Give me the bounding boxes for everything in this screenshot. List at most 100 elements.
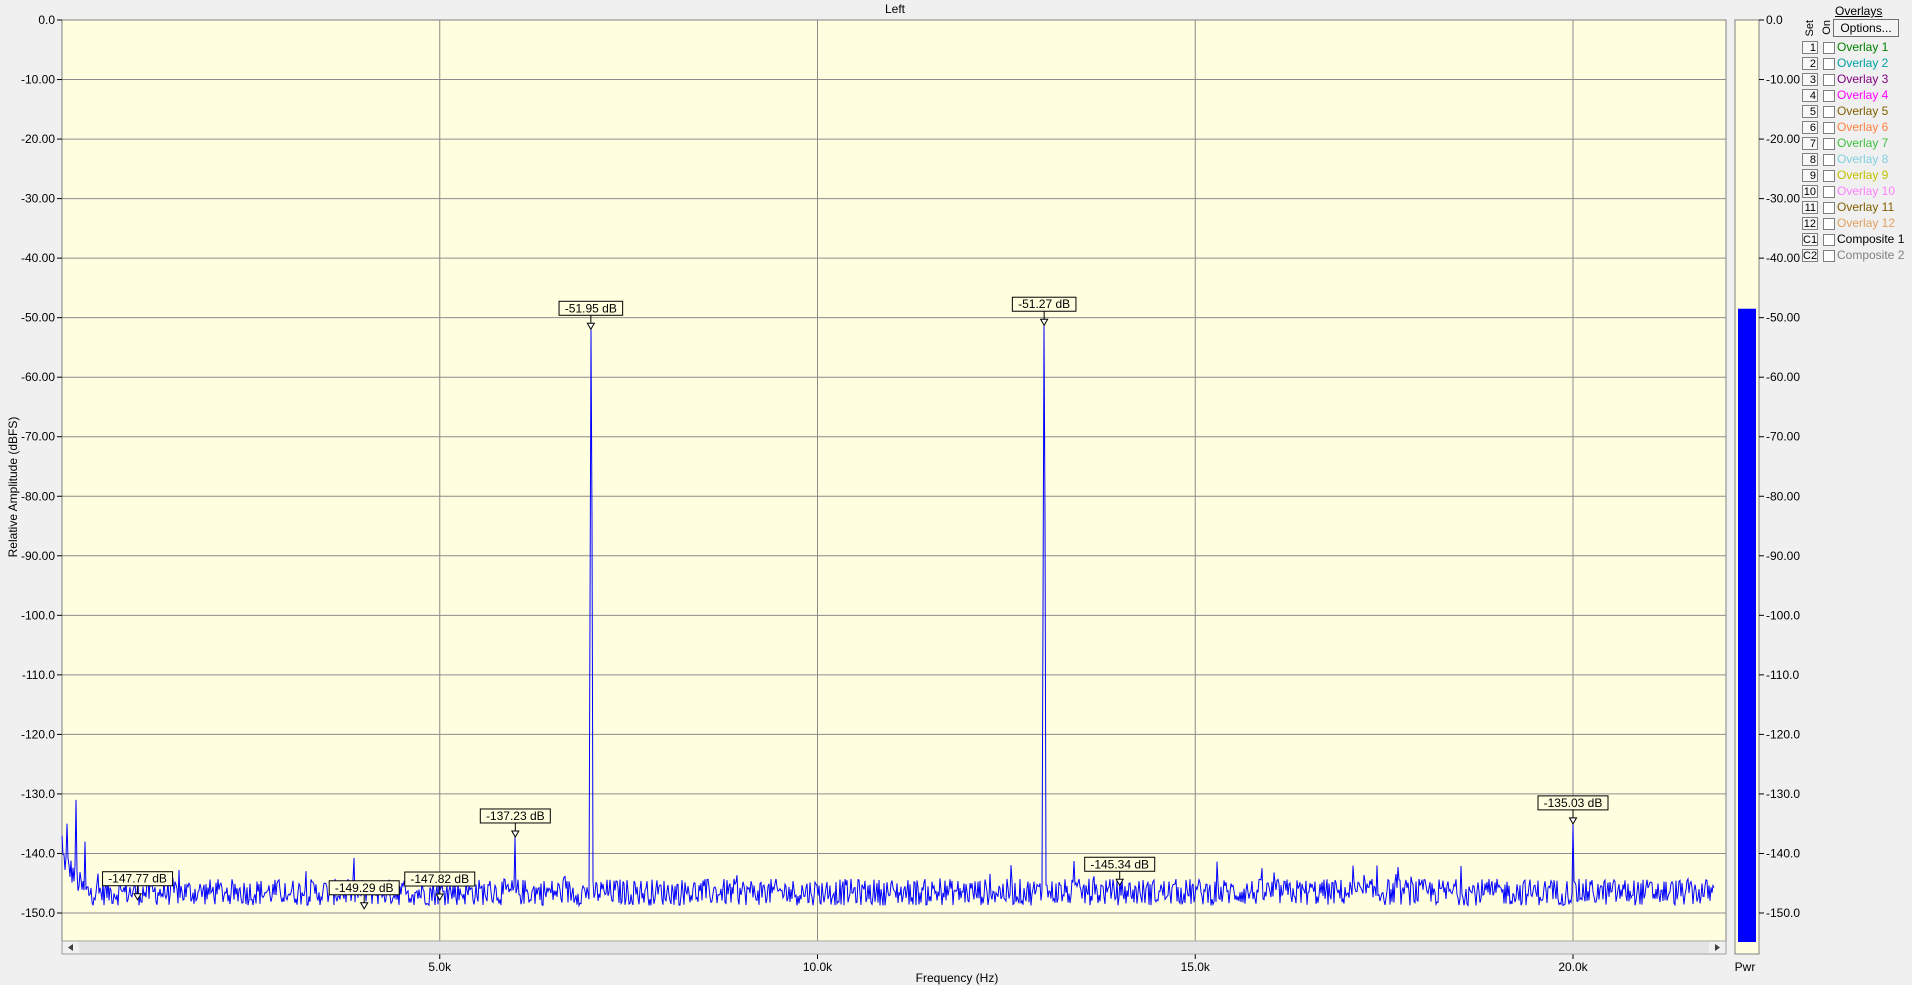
overlay-set-button[interactable]: 5 [1802, 105, 1818, 118]
x-tick-label: 15.0k [1181, 960, 1211, 974]
overlay-set-button[interactable]: 7 [1802, 137, 1818, 150]
overlay-row: 12 Overlay 12 [1800, 217, 1912, 232]
overlay-label: Composite 2 [1837, 248, 1905, 262]
overlays-title: Overlays [1835, 4, 1883, 18]
overlay-row: 9 Overlay 9 [1800, 169, 1912, 184]
y-tick-label: -80.00 [21, 489, 55, 503]
x-tick-label: 20.0k [1558, 960, 1588, 974]
y-tick-label: -90.00 [21, 549, 55, 563]
overlay-on-checkbox[interactable] [1823, 106, 1835, 118]
meter-tick-label: -50.00 [1766, 311, 1800, 325]
overlay-row: 8 Overlay 8 [1800, 153, 1912, 168]
y-tick-label: -10.00 [21, 73, 55, 87]
overlay-row: 3 Overlay 3 [1800, 73, 1912, 88]
y-tick-label: -100.0 [21, 608, 55, 622]
level-meter-bar [1738, 308, 1756, 942]
overlay-set-button[interactable]: 10 [1802, 185, 1818, 198]
y-tick-label: -40.00 [21, 251, 55, 265]
overlay-label: Overlay 11 [1837, 200, 1895, 214]
y-tick-label: -20.00 [21, 132, 55, 146]
overlay-set-button[interactable]: 1 [1802, 41, 1818, 54]
overlay-label: Overlay 1 [1837, 40, 1889, 54]
on-column-header: On [1821, 20, 1833, 35]
overlay-row: 10 Overlay 10 [1800, 185, 1912, 200]
overlay-label: Overlay 8 [1837, 152, 1889, 166]
marker-label: -145.34 dB [1090, 857, 1149, 871]
marker-label: -135.03 dB [1544, 796, 1603, 810]
level-meter-ticks: 0.0 -10.00 -20.00 -30.00 -40.00 -50.00 -60.00 -… [1759, 13, 1800, 920]
meter-tick-label: -90.00 [1766, 549, 1800, 563]
y-axis-label: Relative Amplitude (dBFS) [6, 417, 20, 558]
overlay-on-checkbox[interactable] [1823, 42, 1835, 54]
meter-tick-label: -60.00 [1766, 370, 1800, 384]
overlay-set-button[interactable]: 8 [1802, 153, 1818, 166]
overlay-set-button[interactable]: 2 [1802, 57, 1818, 70]
overlay-on-checkbox[interactable] [1823, 170, 1835, 182]
y-tick-label: -110.0 [22, 668, 55, 682]
meter-tick-label: -10.00 [1766, 73, 1800, 87]
chart-title: Left [885, 2, 906, 16]
x-axis-ticks: 5.0k 10.0k 15.0k 20.0k [428, 954, 1589, 974]
overlay-row: 7 Overlay 7 [1800, 137, 1912, 152]
overlay-label: Overlay 4 [1837, 88, 1889, 102]
overlay-on-checkbox[interactable] [1823, 58, 1835, 70]
overlay-set-button[interactable]: 11 [1802, 201, 1818, 214]
overlay-on-checkbox[interactable] [1823, 234, 1835, 246]
meter-tick-label: -110.0 [1766, 668, 1799, 682]
set-column-header: Set [1804, 20, 1816, 37]
y-tick-label: -140.0 [21, 846, 55, 860]
overlay-on-checkbox[interactable] [1823, 202, 1835, 214]
overlay-label: Overlay 9 [1837, 168, 1889, 182]
overlay-on-checkbox[interactable] [1823, 122, 1835, 134]
marker-label: -137.23 dB [486, 809, 545, 823]
meter-tick-label: -40.00 [1766, 251, 1800, 265]
overlay-row: 6 Overlay 6 [1800, 121, 1912, 136]
overlay-on-checkbox[interactable] [1823, 90, 1835, 102]
y-tick-label: -30.00 [21, 192, 55, 206]
overlay-set-button[interactable]: C1 [1802, 233, 1818, 246]
level-meter-label: Pwr [1735, 960, 1756, 974]
marker-label: -51.95 dB [565, 301, 617, 315]
meter-tick-label: -120.0 [1766, 727, 1800, 741]
overlay-set-button[interactable]: 3 [1802, 73, 1818, 86]
y-tick-label: -130.0 [21, 787, 55, 801]
y-tick-label: -50.00 [21, 311, 55, 325]
overlay-set-button[interactable]: 6 [1802, 121, 1818, 134]
meter-tick-label: -130.0 [1766, 787, 1800, 801]
marker-label: -149.29 dB [335, 881, 394, 895]
y-tick-label: 0.0 [38, 13, 55, 27]
overlay-set-button[interactable]: C2 [1802, 249, 1818, 262]
marker-label: -147.82 dB [410, 872, 469, 886]
x-tick-label: 10.0k [803, 960, 833, 974]
overlay-on-checkbox[interactable] [1823, 186, 1835, 198]
meter-tick-label: -30.00 [1766, 192, 1800, 206]
x-tick-label: 5.0k [428, 960, 452, 974]
overlay-label: Overlay 5 [1837, 104, 1889, 118]
overlay-set-button[interactable]: 9 [1802, 169, 1818, 182]
spectrum-chart: Left 0.0 -10.00 -20.00 -30.00 -40.00 -50.00 -6… [6, 2, 1800, 985]
overlays-panel: Overlays Set On Options... 1 Overlay 1 2 Ov… [1800, 0, 1912, 270]
meter-tick-label: -140.0 [1766, 846, 1800, 860]
overlay-on-checkbox[interactable] [1823, 138, 1835, 150]
overlay-row: 5 Overlay 5 [1800, 105, 1912, 120]
overlay-row: 11 Overlay 11 [1800, 201, 1912, 216]
marker-label: -51.27 dB [1018, 297, 1070, 311]
overlay-label: Overlay 6 [1837, 120, 1889, 134]
meter-tick-label: -150.0 [1766, 906, 1800, 920]
y-tick-label: -150.0 [21, 906, 55, 920]
overlay-set-button[interactable]: 12 [1802, 217, 1818, 230]
y-tick-label: -70.00 [21, 430, 55, 444]
meter-tick-label: -100.0 [1766, 608, 1800, 622]
overlay-on-checkbox[interactable] [1823, 74, 1835, 86]
overlay-on-checkbox[interactable] [1823, 154, 1835, 166]
x-axis-label: Frequency (Hz) [916, 971, 999, 985]
overlay-row: 4 Overlay 4 [1800, 89, 1912, 104]
scrollbar-track[interactable] [79, 942, 1709, 953]
overlay-label: Overlay 7 [1837, 136, 1889, 150]
options-button[interactable]: Options... [1833, 19, 1899, 37]
overlay-on-checkbox[interactable] [1823, 250, 1835, 262]
overlay-label: Overlay 12 [1837, 216, 1896, 230]
overlay-set-button[interactable]: 4 [1802, 89, 1818, 102]
overlay-row: 2 Overlay 2 [1800, 57, 1912, 72]
overlay-on-checkbox[interactable] [1823, 218, 1835, 230]
